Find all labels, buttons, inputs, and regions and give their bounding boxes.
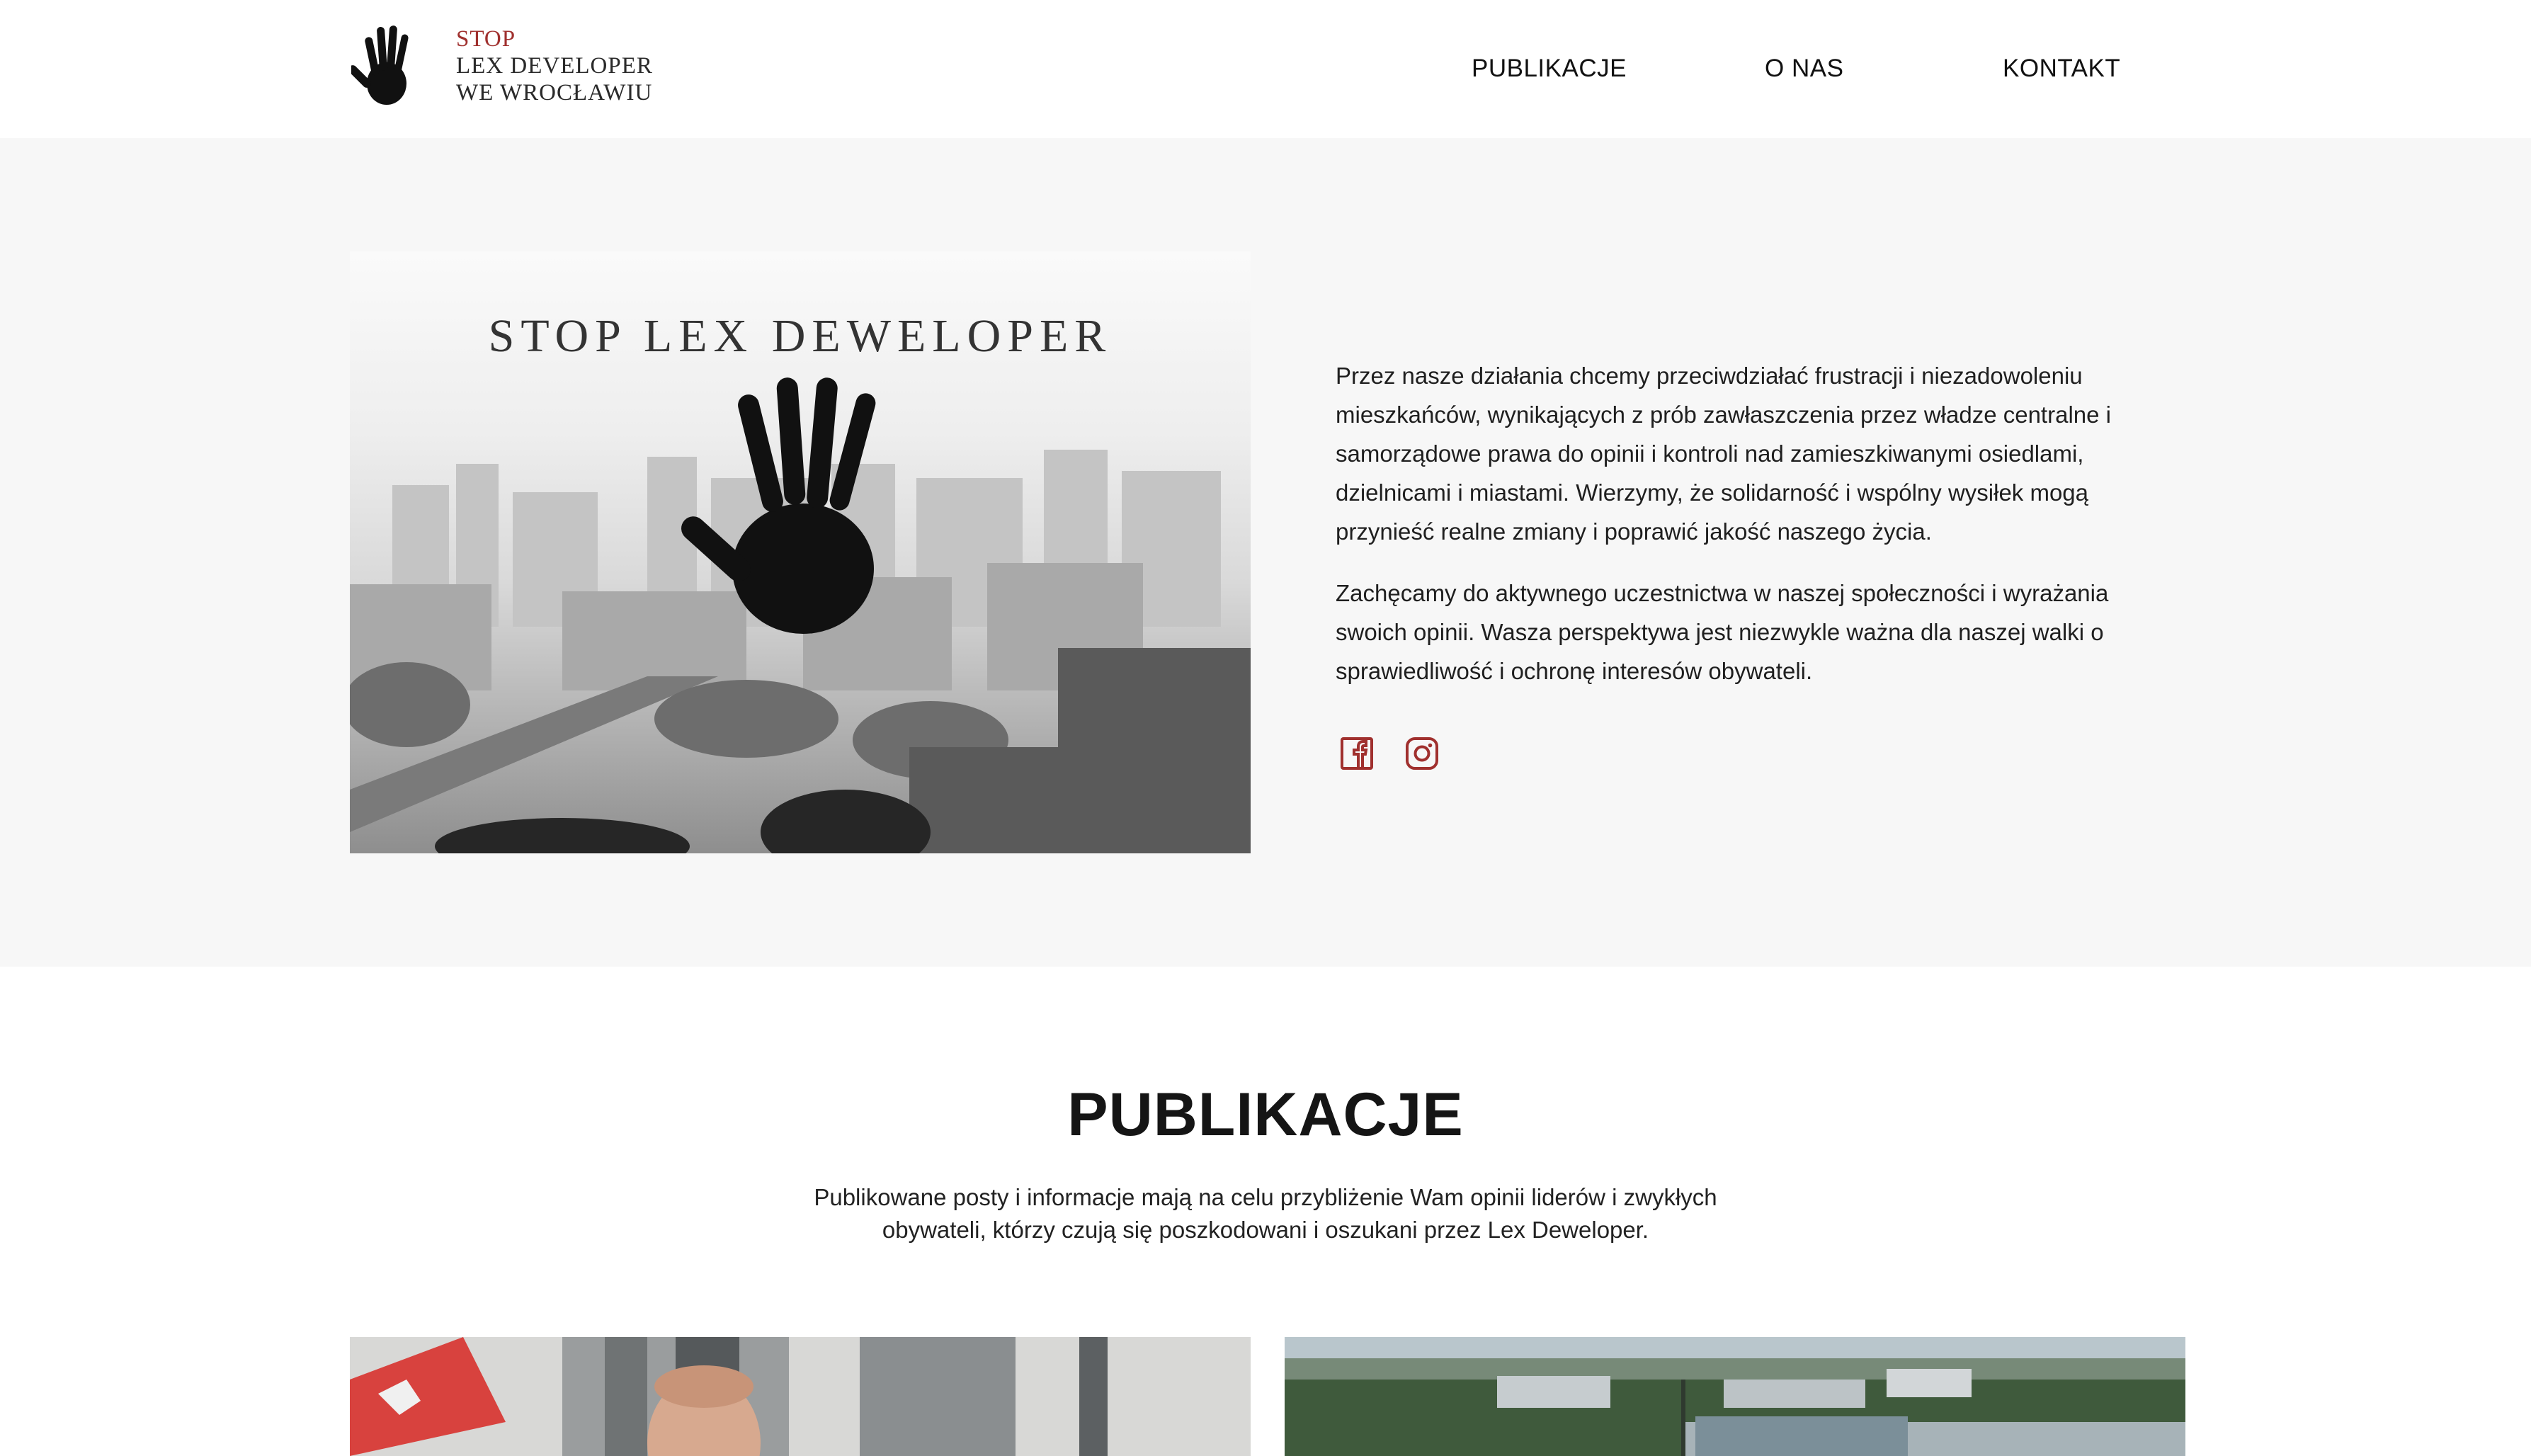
site-header: STOP LEX DEVELOPER WE WROCŁAWIU PUBLIKAC… bbox=[0, 0, 2531, 138]
social-links bbox=[1338, 735, 1440, 772]
facebook-link[interactable] bbox=[1338, 735, 1375, 772]
publication-card[interactable] bbox=[1285, 1337, 2185, 1456]
nav-link-publikacje[interactable]: PUBLIKACJE bbox=[1472, 51, 1627, 86]
instagram-link[interactable] bbox=[1404, 735, 1440, 772]
instagram-icon bbox=[1406, 737, 1438, 770]
nav-link-o-nas[interactable]: O NAS bbox=[1765, 51, 1843, 86]
hero-image: STOP LEX DEWELOPER bbox=[350, 251, 1251, 853]
logo-line-stop: STOP bbox=[456, 25, 516, 52]
facebook-icon bbox=[1341, 737, 1373, 770]
hero-image-title: STOP LEX DEWELOPER bbox=[488, 310, 1113, 362]
main-nav: PUBLIKACJE O NAS KONTAKT bbox=[0, 51, 2531, 86]
hero-section: STOP LEX DEWELOPER Przez nasze działania… bbox=[0, 138, 2531, 967]
publications-title: PUBLIKACJE bbox=[1067, 1081, 1464, 1149]
publications-description: Publikowane posty i informacje mają na c… bbox=[814, 1184, 1717, 1243]
nav-link-kontakt[interactable]: KONTAKT bbox=[2003, 51, 2120, 86]
hero-text: Przez nasze działania chcemy przeciwdzia… bbox=[1336, 356, 2150, 713]
publication-image bbox=[350, 1337, 1251, 1456]
publication-card[interactable] bbox=[350, 1337, 1251, 1456]
hero-paragraph: Przez nasze działania chcemy przeciwdzia… bbox=[1336, 363, 2111, 545]
hero-paragraph: Zachęcamy do aktywnego uczestnictwa w na… bbox=[1336, 580, 2109, 684]
publication-image bbox=[1285, 1337, 2185, 1456]
